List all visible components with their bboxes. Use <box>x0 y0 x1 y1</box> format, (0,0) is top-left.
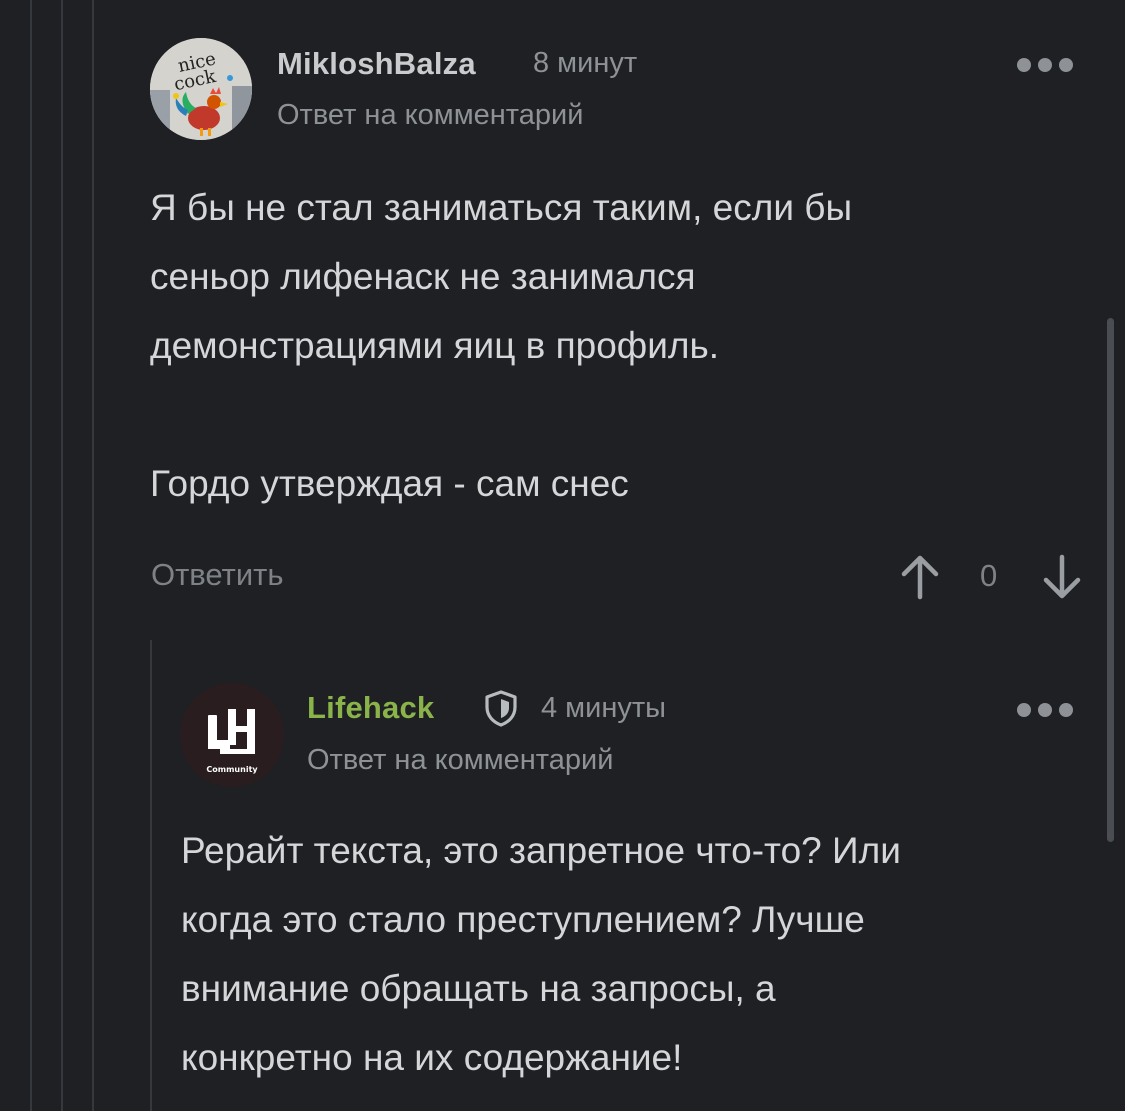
comment-time: 4 минуты <box>541 692 666 724</box>
avatar[interactable]: nice cock <box>150 38 252 140</box>
thread-line <box>92 0 94 1111</box>
thread-line <box>61 0 63 1111</box>
scrollbar[interactable] <box>1107 318 1114 842</box>
reply-to-label[interactable]: Ответ на комментарий <box>307 744 613 777</box>
username[interactable]: MiklоshBalza <box>277 46 476 82</box>
thread-line <box>30 0 32 1111</box>
comment-line: Рерайт текста, это запретное что-то? Или <box>181 830 901 871</box>
shield-icon <box>482 689 520 727</box>
comment-body: Рерайт текста, это запретное что-то? Или… <box>181 816 1081 1092</box>
vote-score: 0 <box>980 558 998 593</box>
comment-line: когда это стало преступлением? Лучше <box>181 899 865 940</box>
arrow-up-icon[interactable] <box>900 553 940 601</box>
more-dots-icon[interactable] <box>1017 703 1073 717</box>
reply-button[interactable]: Ответить <box>151 557 284 593</box>
comment-line: внимание обращать на запросы, а <box>181 968 776 1009</box>
thread-line <box>150 640 152 1111</box>
avatar-caption: Community <box>206 765 258 774</box>
comments-screen: nice cock MiklоshBalza 8 минут Ответ на … <box>0 0 1125 1111</box>
comment-time: 8 минут <box>533 47 638 79</box>
comment-line: Гордо утверждая - сам снес <box>150 463 629 504</box>
comment-line: Я бы не стал заниматься таким, если бы <box>150 187 853 228</box>
comment-body: Я бы не стал заниматься таким, если бы с… <box>150 173 1050 518</box>
lifehack-logo-icon: Community <box>180 683 284 787</box>
arrow-down-icon[interactable] <box>1042 553 1082 601</box>
avatar[interactable]: Community <box>180 683 284 787</box>
comment-line: сеньор лифенаск не занимался <box>150 256 696 297</box>
avatar-image: nice cock <box>150 38 252 140</box>
reply-to-label[interactable]: Ответ на комментарий <box>277 99 583 132</box>
username[interactable]: Lifehack <box>307 690 434 726</box>
comment-line: конкретно на их содержание! <box>181 1037 683 1078</box>
comment-line: демонстрациями яиц в профиль. <box>150 325 720 366</box>
comment-line-blank <box>150 380 1050 449</box>
more-dots-icon[interactable] <box>1017 58 1073 72</box>
